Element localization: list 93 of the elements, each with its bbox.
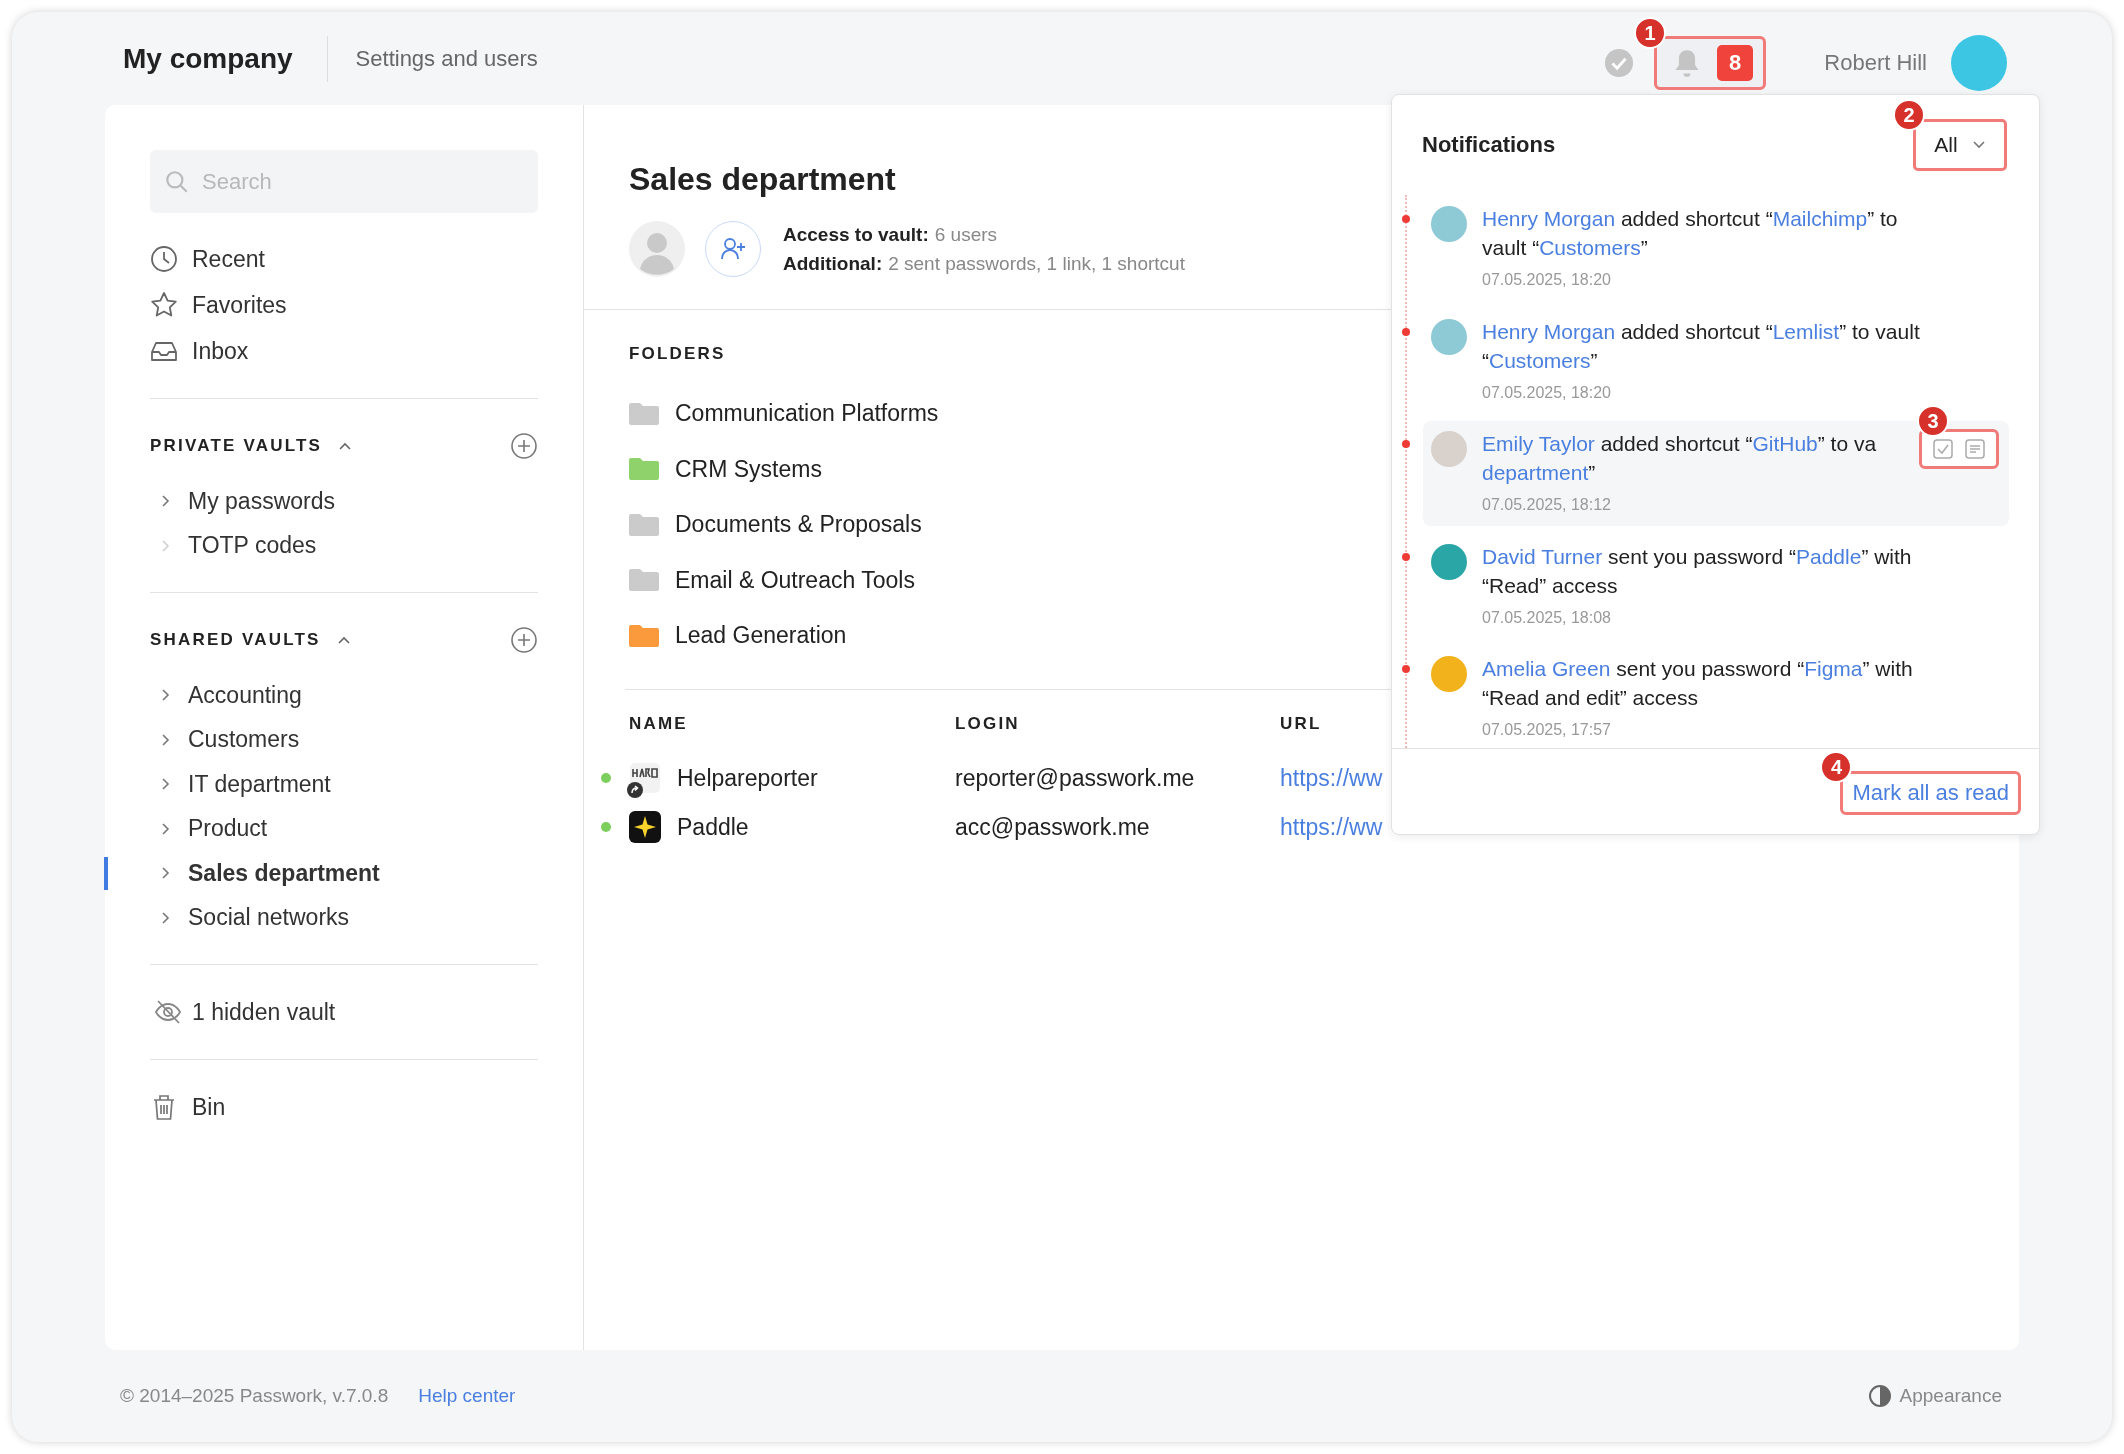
bin-item[interactable]: Bin	[150, 1084, 538, 1130]
notification-link[interactable]: Customers	[1539, 236, 1641, 259]
vault-item[interactable]: My passwords	[150, 479, 538, 524]
info-label: Access to vault:	[783, 224, 929, 245]
vault-item[interactable]: Accounting	[150, 673, 538, 718]
notification-time: 07.05.2025, 18:20	[1482, 270, 1612, 290]
notification-link[interactable]: Paddle	[1796, 544, 1862, 568]
notification-message: David Turner sent you password “Paddle” with “Read” access	[1482, 543, 1912, 599]
notification-count-badge: 8	[1717, 44, 1754, 81]
caret-icon[interactable]	[338, 441, 353, 451]
mark-read-icon[interactable]	[1932, 438, 1954, 460]
notification-link[interactable]: Figma	[1804, 657, 1863, 680]
notification-link[interactable]: Lemlist	[1772, 319, 1840, 343]
column-header: URL	[1280, 713, 1322, 734]
notification-link[interactable]: Mailchimp	[1772, 207, 1868, 230]
table-cell[interactable]: https://ww	[1280, 813, 1383, 841]
help-link[interactable]: Help center	[418, 1385, 516, 1407]
notification-link[interactable]: department	[1482, 461, 1589, 484]
column-header: NAME	[629, 713, 689, 734]
copyright-text: © 2014–2025 Passwork, v.7.0.8	[120, 1385, 389, 1407]
add-icon[interactable]	[510, 626, 538, 654]
folder-item[interactable]: CRM Systems	[629, 441, 822, 497]
member-avatar	[629, 221, 685, 277]
clock-icon	[150, 245, 178, 273]
info-value: 2 sent passwords, 1 link, 1 shortcut	[888, 253, 1185, 274]
hidden-vaults-item[interactable]: 1 hidden vault	[150, 989, 538, 1035]
company-name: My company	[123, 42, 293, 75]
section-heading: SHARED VAULTS	[150, 630, 321, 650]
user-name: Robert Hill	[1824, 49, 1927, 76]
sidebar-item[interactable]: Favorites	[150, 282, 538, 328]
notifications-button[interactable]: 8	[1654, 35, 1767, 90]
panel-title: Notifications	[1422, 132, 1556, 158]
vault-title: Sales department	[629, 161, 896, 198]
table-cell[interactable]: Paddle	[677, 813, 749, 841]
caret-icon[interactable]	[336, 635, 351, 645]
page-title: Settings and users	[355, 45, 538, 72]
notification-message: Henry Morgan added shortcut “Lemlist” to vault “Customers”	[1482, 318, 1920, 374]
folders-heading: FOLDERS	[629, 344, 726, 363]
notification-link[interactable]: David Turner	[1482, 544, 1603, 568]
notification-message: Henry Morgan added shortcut “Mailchimp” to vault “Customers”	[1482, 206, 1898, 261]
chevron-icon	[160, 821, 170, 836]
chevron-icon	[160, 866, 170, 881]
chevron-icon	[160, 688, 170, 703]
column-header: LOGIN	[955, 713, 1021, 734]
search-field[interactable]: Search	[150, 150, 538, 213]
notification-link[interactable]: Henry Morgan	[1482, 207, 1616, 230]
filter-dropdown[interactable]: All	[1913, 119, 2007, 171]
sidebar-item[interactable]: Recent	[150, 236, 538, 282]
folder-item[interactable]: Lead Generation	[629, 608, 847, 664]
add-user-button[interactable]	[705, 221, 761, 277]
table-cell-text: reporter@passwork.me	[955, 764, 1196, 792]
chevron-icon	[160, 910, 170, 925]
chevron-icon	[160, 494, 170, 509]
folder-item[interactable]: Communication Platforms	[629, 386, 939, 442]
notification-message: Amelia Green sent you password “Figma” with “Read and edit” access	[1482, 656, 1913, 711]
sidebar-item[interactable]: Inbox	[150, 328, 538, 374]
star-icon	[150, 291, 178, 319]
table-cell[interactable]: Helpareporter	[677, 764, 818, 792]
table-cell[interactable]: https://ww	[1280, 764, 1383, 792]
info-value: 6 users	[934, 224, 998, 245]
check-circle-icon	[1604, 47, 1635, 78]
chevron-icon	[160, 777, 170, 792]
vault-item[interactable]: Social networks	[150, 895, 538, 940]
vault-item[interactable]: IT department	[150, 762, 538, 807]
notification-time: 07.05.2025, 18:08	[1482, 607, 1612, 628]
notification-link[interactable]: Henry Morgan	[1482, 319, 1616, 343]
chevron-icon	[160, 732, 170, 747]
notification-message: Emily Taylor added shortcut “GitHub” to va department”	[1482, 431, 1877, 486]
notification-time: 07.05.2025, 18:12	[1482, 495, 1612, 515]
notification-item[interactable]: David Turner sent you password “Paddle” with “Read” access 07.05.2025, 18:08	[1423, 533, 2009, 639]
table-cell-text: acc@passwork.me	[955, 813, 1151, 841]
notification-link[interactable]: Amelia Green	[1482, 657, 1611, 680]
chevron-icon	[1971, 140, 1986, 150]
info-label: Additional:	[783, 253, 883, 274]
search-icon	[164, 169, 190, 195]
chevron-icon	[160, 538, 170, 553]
notification-item[interactable]: Henry Morgan added shortcut “Mailchimp” to vault “Customers” 07.05.2025, 18:20	[1423, 196, 2009, 301]
add-icon[interactable]	[510, 432, 538, 460]
vault-item[interactable]: TOTP codes	[150, 523, 538, 568]
notification-link[interactable]: Customers	[1489, 348, 1591, 372]
notification-time: 07.05.2025, 18:20	[1482, 382, 1612, 403]
notification-time: 07.05.2025, 17:57	[1482, 720, 1612, 740]
mark-all-read-button[interactable]: Mark all as read	[1840, 771, 2021, 815]
contrast-icon	[1867, 1384, 1892, 1408]
notification-link[interactable]: Emily Taylor	[1482, 432, 1595, 455]
notification-link[interactable]: GitHub	[1752, 432, 1818, 455]
eye-slash-icon	[154, 998, 182, 1026]
folder-item[interactable]: Email & Outreach Tools	[629, 552, 915, 608]
vault-item[interactable]: Customers	[150, 717, 538, 762]
notification-item[interactable]: Amelia Green sent you password “Figma” with “Read and edit” access 07.05.2025, 17:57	[1423, 646, 2009, 748]
vault-item[interactable]: Product	[150, 806, 538, 851]
section-heading: PRIVATE VAULTS	[150, 436, 323, 456]
folder-item[interactable]: Documents & Proposals	[629, 497, 922, 553]
